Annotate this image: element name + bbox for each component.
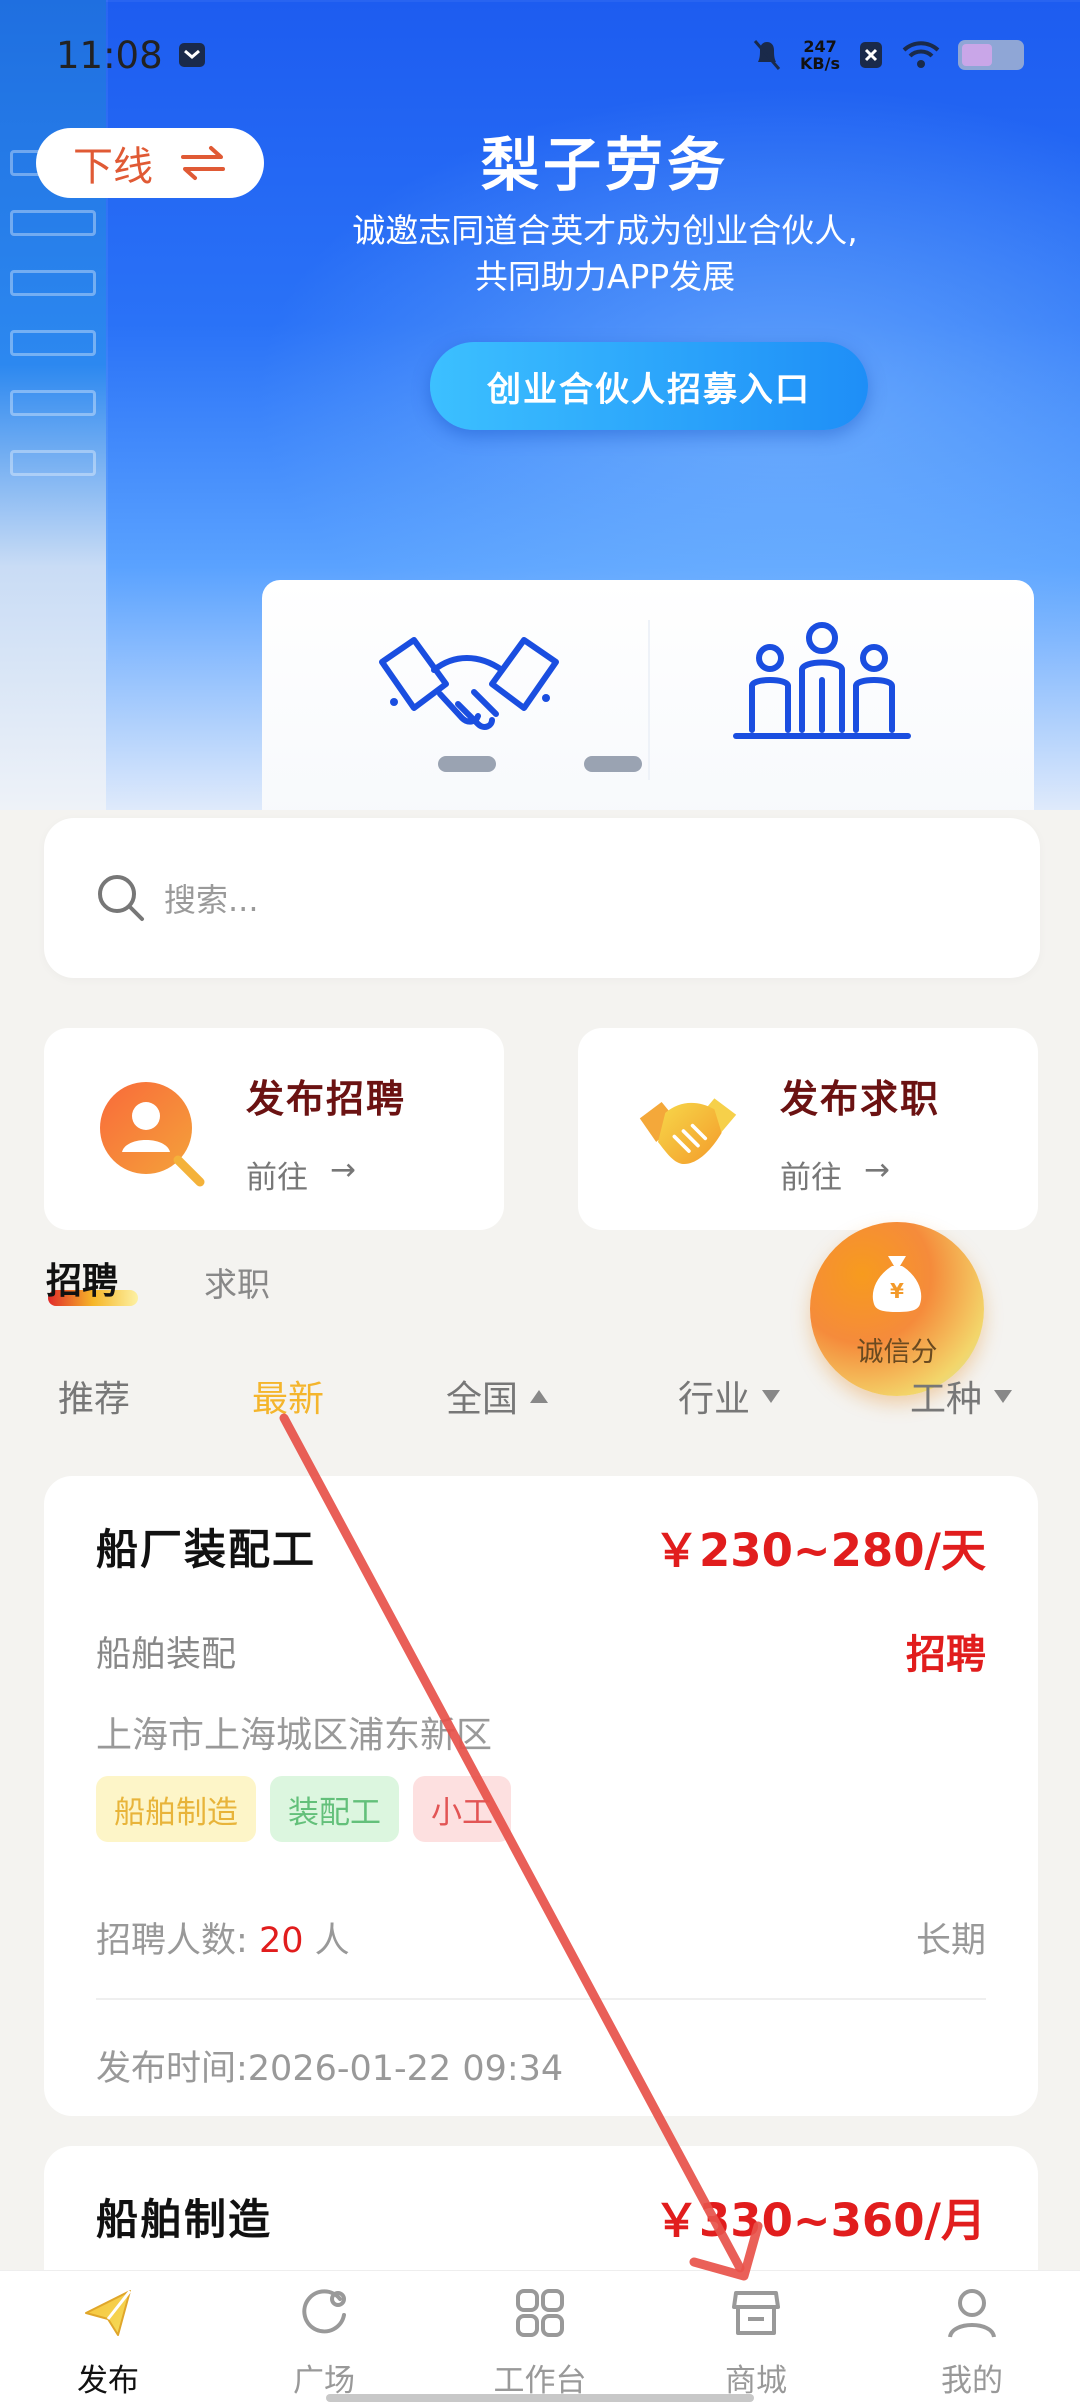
sim-off-icon [860,42,882,68]
carousel-dot [584,756,642,772]
banner-card [262,580,1034,810]
job-card[interactable]: 船厂装配工 ￥230~280/天 船舶装配 招聘 上海市上海城区浦东新区 船舶制… [44,1476,1038,2116]
job-term: 长期 [915,1921,986,1961]
carousel-indicator [438,756,642,772]
caret-down-icon [994,1389,1013,1403]
banner-subtitle-line2: 共同助力APP发展 [474,257,736,296]
post-recruitment-card[interactable]: 发布招聘 前往 → [44,1028,504,1230]
search-icon [98,875,144,921]
filter-job-type-dropdown[interactable]: 工种 [910,1370,1013,1422]
post-job-seeking-title: 发布求职 [780,1077,941,1121]
arrow-right-icon: → [330,1152,356,1188]
search-placeholder: 搜索... [164,881,259,919]
filter-industry-label: 行业 [678,1379,751,1420]
go-label: 前往 [246,1160,308,1196]
status-bar: 11:08 247 KB/s [0,0,1080,110]
job-salary: ￥330~360/月 [653,2194,986,2247]
filter-latest[interactable]: 最新 [252,1370,324,1422]
post-recruitment-title: 发布招聘 [246,1077,407,1121]
swap-arrows-icon [181,146,225,180]
battery-icon [958,40,1024,70]
filter-job-type-label: 工种 [910,1379,983,1420]
post-job-seeking-go: 前往 → [780,1152,890,1197]
job-title: 船厂装配工 [96,1525,317,1574]
nav-workbench[interactable]: 工作台 [432,2271,648,2408]
job-headcount: 招聘人数: 20 人 [96,1912,350,1963]
caret-down-icon [762,1389,781,1403]
home-indicator [326,2394,754,2402]
team-icon [733,622,911,739]
post-job-seeking-card[interactable]: 发布求职 前往 → [578,1028,1038,1230]
net-speed-value: 247 [803,37,837,56]
job-posted-time: 发布时间:2026-01-22 09:34 [96,2049,564,2089]
handshake-icon [639,1098,737,1164]
banner-subtitle: 诚邀志同道合英才成为创业合伙人, 共同助力APP发展 [130,208,1080,300]
job-category: 船舶装配 [96,1635,237,1675]
filter-recommend-label: 推荐 [58,1379,131,1420]
user-icon [948,2289,996,2338]
job-tag: 船舶制造 [96,1776,256,1842]
nav-mall[interactable]: 商城 [648,2271,864,2408]
filter-recommend[interactable]: 推荐 [58,1370,130,1422]
headcount-unit: 人 [314,1921,350,1961]
tab-job-seek[interactable]: 求职 [204,1258,270,1306]
go-label: 前往 [780,1160,842,1196]
caret-up-icon [530,1389,549,1403]
grid-icon [516,2289,564,2337]
square-plaza-icon [302,2289,346,2334]
money-bag-icon: ¥ [872,1256,922,1312]
recruit-search-person-icon [100,1082,205,1187]
job-salary: ￥230~280/天 [653,1524,986,1577]
nav-profile[interactable]: 我的 [864,2271,1080,2408]
filter-latest-label: 最新 [252,1379,325,1420]
offline-toggle-button[interactable]: 下线 [36,128,264,198]
tab-recruit[interactable]: 招聘 [46,1252,118,1304]
nav-profile-label: 我的 [941,2363,1003,2399]
wifi-icon [902,41,940,68]
headcount-label: 招聘人数: [96,1921,248,1961]
nav-publish-label: 发布 [77,2363,139,2399]
arrow-right-icon: → [864,1152,890,1188]
job-title: 船舶制造 [96,2195,273,2244]
job-location: 上海市上海城区浦东新区 [96,1715,493,1756]
offline-label: 下线 [73,144,153,190]
partner-recruit-button[interactable]: 创业合伙人招募入口 [430,342,868,430]
nav-square[interactable]: 广场 [216,2271,432,2408]
mail-icon [178,43,205,67]
job-tag: 装配工 [270,1776,399,1842]
headcount-value: 20 [258,1921,304,1961]
filter-bar: 推荐 最新 全国 行业 工种 [0,1370,1080,1430]
net-speed-unit: KB/s [800,54,840,73]
job-type-badge: 招聘 [906,1632,986,1678]
status-icons: 247 KB/s [752,38,1024,72]
net-speed: 247 KB/s [800,38,840,72]
search-input[interactable]: 搜索... [44,818,1040,978]
divider [96,1998,986,2000]
job-tag: 小工 [413,1776,511,1842]
filter-region-label: 全国 [446,1379,519,1420]
status-time: 11:08 [56,33,163,77]
banner-subtitle-line1: 诚邀志同道合英才成为创业合伙人, [352,211,858,250]
carousel-dot [438,756,496,772]
mute-bell-icon [753,40,781,70]
paper-plane-icon [85,2290,132,2336]
handshake-icon [379,637,559,730]
bottom-navigation: 发布 广场 工作台 商城 我的 [0,2270,1080,2408]
credit-score-label: 诚信分 [856,1337,938,1368]
post-recruitment-go: 前往 → [246,1152,356,1197]
filter-industry-dropdown[interactable]: 行业 [678,1370,781,1422]
filter-region-dropdown[interactable]: 全国 [446,1370,549,1422]
svg-text:¥: ¥ [890,1279,904,1303]
partner-banner[interactable]: 梨子劳务 诚邀志同道合英才成为创业合伙人, 共同助力APP发展 创业合伙人招募入… [0,0,1080,810]
nav-publish[interactable]: 发布 [0,2271,216,2408]
job-tags: 船舶制造 装配工 小工 [96,1776,511,1842]
store-icon [732,2291,780,2335]
